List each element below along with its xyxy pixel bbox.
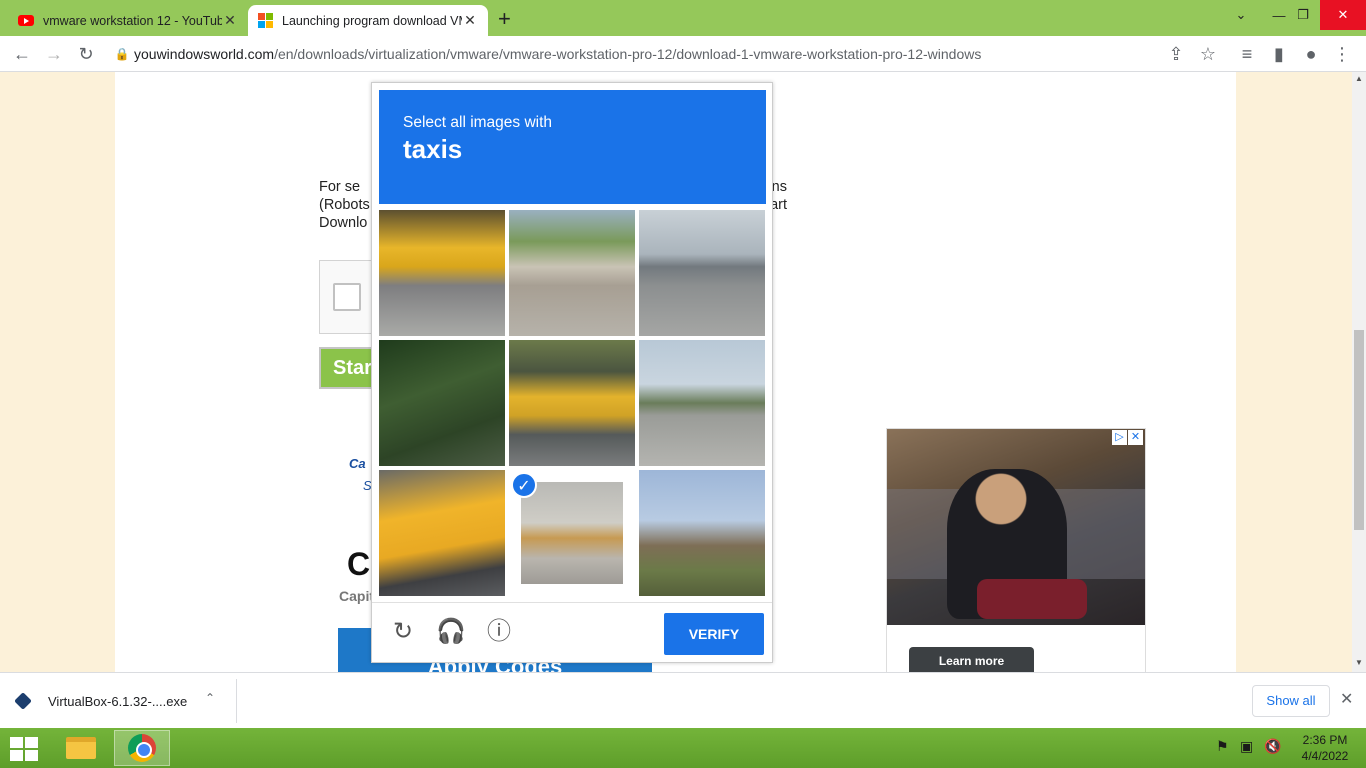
forward-icon[interactable]: → <box>42 42 66 66</box>
system-clock[interactable]: 2:36 PM 4/4/2022 <box>1290 732 1360 764</box>
captcha-challenge: Select all images with taxis ✓ ↻ 🎧 ⓘ VER… <box>371 82 773 663</box>
menu-kebab-icon[interactable]: ⋮ <box>1330 42 1354 66</box>
captcha-footer: ↻ 🎧 ⓘ VERIFY <box>372 602 772 663</box>
back-icon[interactable]: ← <box>10 42 34 66</box>
tile-image <box>639 210 765 336</box>
virtualbox-icon <box>14 692 32 710</box>
close-downloads-icon[interactable]: ✕ <box>1340 689 1353 709</box>
share-icon[interactable]: ⇪ <box>1164 42 1188 66</box>
captcha-tile-6[interactable] <box>639 340 765 466</box>
ad-image-pants <box>977 579 1087 619</box>
tile-image <box>521 482 623 584</box>
start-download-button[interactable]: Star <box>319 347 379 389</box>
captcha-tile-4[interactable] <box>379 340 505 466</box>
captcha-tile-1[interactable] <box>379 210 505 336</box>
promo-subtext: Capit <box>339 588 374 604</box>
file-explorer-icon[interactable] <box>53 730 109 766</box>
microsoft-icon <box>258 13 273 28</box>
captcha-tile-7[interactable] <box>379 470 505 596</box>
ad-image[interactable] <box>887 429 1145 625</box>
download-item[interactable]: VirtualBox-6.1.32-....exe <box>14 685 187 717</box>
reload-challenge-icon[interactable]: ↻ <box>388 617 418 647</box>
bookmark-star-icon[interactable]: ☆ <box>1196 42 1220 66</box>
lock-icon[interactable]: 🔒 <box>110 47 134 61</box>
captcha-tile-9[interactable] <box>639 470 765 596</box>
para-line-2: (Robots <box>319 197 370 213</box>
clock-date: 4/4/2022 <box>1301 749 1349 763</box>
chrome-icon[interactable] <box>114 730 170 766</box>
recaptcha-widget <box>319 260 379 334</box>
scroll-down-icon[interactable]: ▼ <box>1355 658 1363 667</box>
chevron-up-icon[interactable]: ⌃ <box>205 691 215 705</box>
url-path: /en/downloads/virtualization/vmware/vmwa… <box>274 46 982 62</box>
info-icon[interactable]: ⓘ <box>484 617 514 647</box>
captcha-tile-3[interactable] <box>639 210 765 336</box>
learn-more-button[interactable]: Learn more <box>909 647 1034 672</box>
browser-toolbar: ← → ↻ 🔒 youwindowsworld.com/en/downloads… <box>0 36 1366 72</box>
close-window-icon[interactable]: ✕ <box>1320 0 1366 30</box>
scrollbar-thumb[interactable] <box>1354 330 1364 530</box>
para-line-1: For se <box>319 179 361 195</box>
recaptcha-checkbox[interactable] <box>333 283 361 311</box>
promo-heading: C <box>347 546 371 582</box>
selected-check-icon: ✓ <box>511 472 537 498</box>
tile-image <box>379 470 505 596</box>
download-filename: VirtualBox-6.1.32-....exe <box>48 693 188 709</box>
captcha-instruction: Select all images with <box>403 114 553 131</box>
adchoices-icon[interactable]: ▷ <box>1112 430 1127 445</box>
tab-download[interactable]: Launching program download VMware ✕ <box>248 5 488 36</box>
clock-time: 2:36 PM <box>1302 733 1348 747</box>
ad-close-icon[interactable]: ✕ <box>1128 430 1143 445</box>
windows-start-icon[interactable] <box>10 737 38 761</box>
page-scrollbar[interactable]: ▲ ▼ <box>1352 72 1366 672</box>
tab-title: vmware workstation 12 - YouTube <box>43 13 222 28</box>
tab-search-icon[interactable]: ⌄ <box>1226 0 1256 30</box>
youtube-icon <box>18 15 34 26</box>
para-line-1-end: ns <box>771 179 787 195</box>
network-icon[interactable]: ▣ <box>1240 738 1253 755</box>
tab-close-icon[interactable]: ✕ <box>222 12 238 29</box>
tab-close-icon[interactable]: ✕ <box>462 12 478 29</box>
downloads-bar: VirtualBox-6.1.32-....exe ⌃ Show all ✕ <box>0 672 1366 728</box>
tab-strip: vmware workstation 12 - YouTube ✕ Launch… <box>0 0 1366 36</box>
sponsor-logo: Ca <box>349 456 366 471</box>
tile-image <box>379 210 505 336</box>
address-bar[interactable]: 🔒 youwindowsworld.com/en/downloads/virtu… <box>110 39 1228 69</box>
captcha-tile-2[interactable] <box>509 210 635 336</box>
captcha-header: Select all images with taxis <box>379 90 766 204</box>
tile-image <box>639 470 765 596</box>
scroll-up-icon[interactable]: ▲ <box>1355 74 1363 83</box>
action-center-flag-icon[interactable]: ⚑ <box>1216 738 1229 755</box>
ad-badge: ▷ ✕ <box>1112 430 1143 445</box>
verify-button[interactable]: VERIFY <box>664 613 764 655</box>
divider <box>236 679 237 723</box>
windows-taskbar: ⚑ ▣ 🔇 2:36 PM 4/4/2022 <box>0 728 1366 768</box>
volume-muted-icon[interactable]: 🔇 <box>1264 738 1281 755</box>
side-panel-icon[interactable]: ▮ <box>1267 42 1291 66</box>
tile-image <box>639 340 765 466</box>
captcha-target: taxis <box>403 134 463 164</box>
new-tab-icon[interactable]: + <box>498 6 511 32</box>
reading-list-icon[interactable]: ≡ <box>1235 42 1259 66</box>
tile-image <box>509 210 635 336</box>
captcha-tile-8[interactable]: ✓ <box>509 470 635 596</box>
captcha-tile-5[interactable] <box>509 340 635 466</box>
audio-challenge-icon[interactable]: 🎧 <box>436 617 466 647</box>
tile-image <box>379 340 505 466</box>
url-host: youwindowsworld.com <box>134 46 275 62</box>
tab-title: Launching program download VMware <box>282 13 462 28</box>
reload-icon[interactable]: ↻ <box>74 42 98 66</box>
para-line-3: Downlo <box>319 215 368 231</box>
tile-image <box>509 340 635 466</box>
profile-avatar-icon[interactable]: ● <box>1299 42 1323 66</box>
show-all-button[interactable]: Show all <box>1252 685 1330 717</box>
advertisement[interactable]: ▷ ✕ Learn more <box>886 428 1146 672</box>
restore-icon[interactable]: ❐ <box>1288 0 1318 30</box>
tab-youtube[interactable]: vmware workstation 12 - YouTube ✕ <box>8 5 248 36</box>
